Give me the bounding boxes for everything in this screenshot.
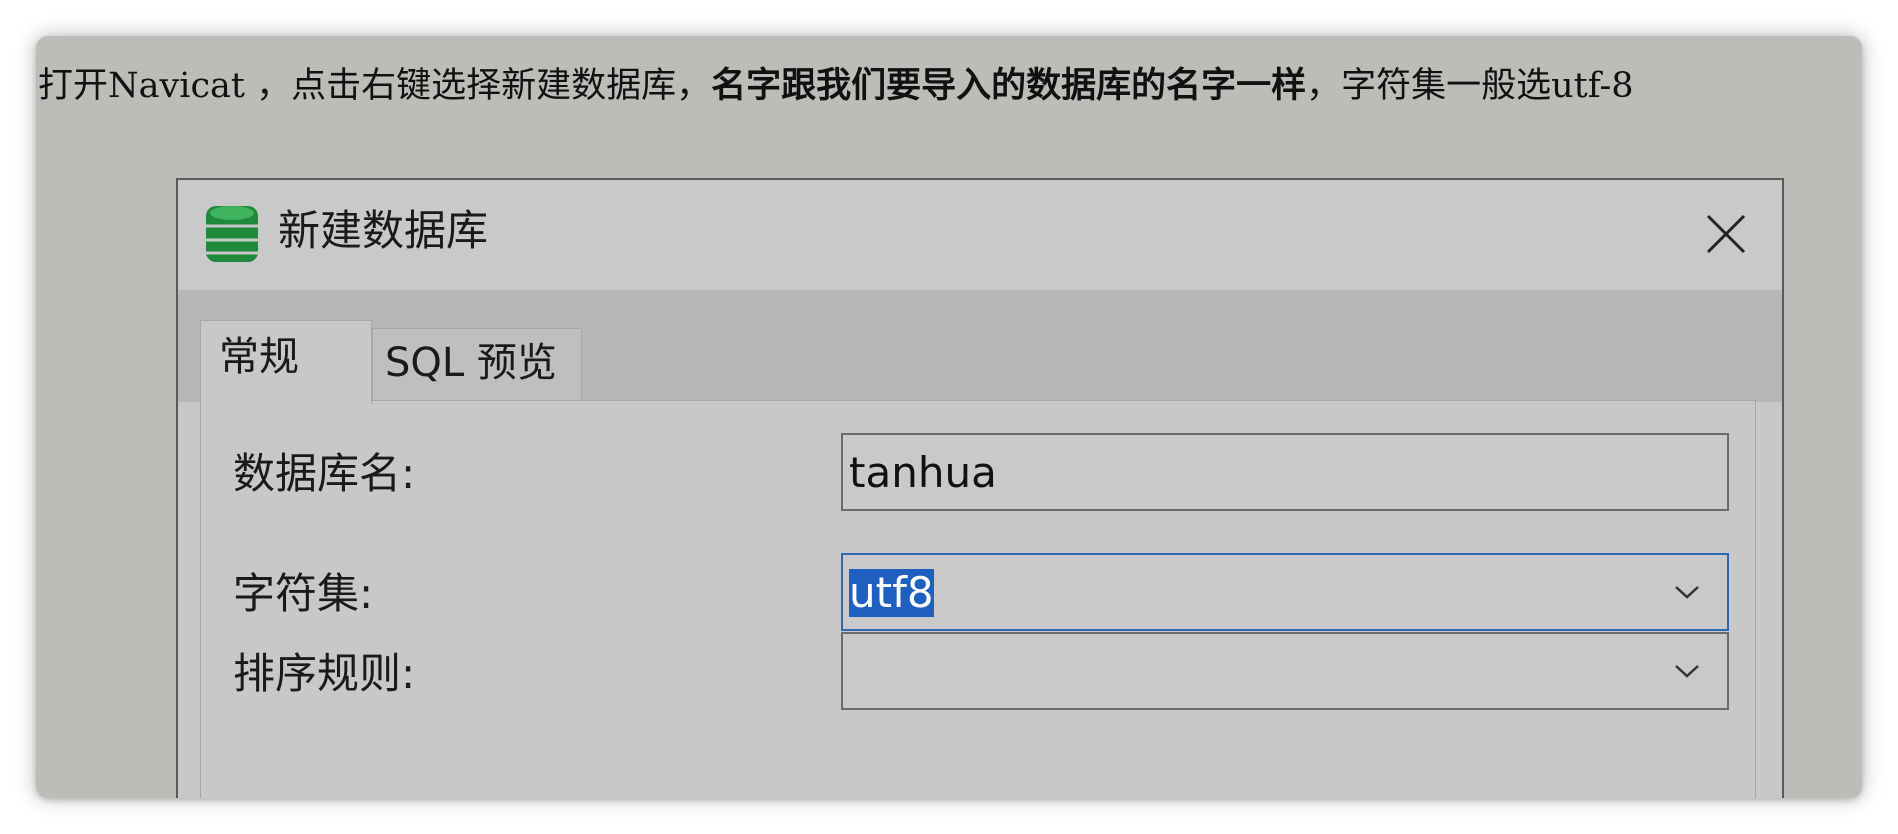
dialog-title: 新建数据库 [278, 206, 489, 255]
instruction-caption: 打开Navicat ，点击右键选择新建数据库，名字跟我们要导入的数据库的名字一样… [38, 68, 1634, 104]
tab-general[interactable]: 常规 [200, 320, 372, 404]
caption-part-3: ，字符集一般选utf-8 [1306, 66, 1634, 106]
tab-sql-preview-label: SQL 预览 [385, 340, 557, 386]
new-database-dialog: 新建数据库 常规 SQL 预览 数据库名: tanhua 字符集: utf8 排… [176, 178, 1784, 798]
charset-value: utf8 [849, 568, 934, 618]
close-icon[interactable] [1702, 210, 1750, 258]
chevron-down-icon [1675, 586, 1699, 599]
screenshot-card: 打开Navicat ，点击右键选择新建数据库，名字跟我们要导入的数据库的名字一样… [36, 36, 1862, 798]
tab-strip: 常规 SQL 预览 [178, 290, 1782, 404]
database-name-input[interactable]: tanhua [841, 433, 1729, 511]
general-panel: 数据库名: tanhua 字符集: utf8 排序规则: [200, 400, 1756, 798]
database-icon [206, 206, 258, 262]
charset-label: 字符集: [233, 569, 374, 618]
database-name-label: 数据库名: [233, 449, 416, 498]
tab-sql-preview[interactable]: SQL 预览 [372, 328, 582, 402]
database-name-value: tanhua [849, 448, 997, 497]
collation-label: 排序规则: [233, 649, 416, 698]
dialog-titlebar: 新建数据库 [178, 180, 1782, 291]
caption-part-2: 名字跟我们要导入的数据库的名字一样 [711, 65, 1307, 106]
charset-select[interactable]: utf8 [841, 553, 1729, 631]
tab-general-label: 常规 [219, 334, 299, 380]
caption-part-1: 打开Navicat ，点击右键选择新建数据库， [38, 66, 712, 106]
chevron-down-icon [1675, 665, 1699, 678]
collation-select[interactable] [841, 632, 1729, 710]
